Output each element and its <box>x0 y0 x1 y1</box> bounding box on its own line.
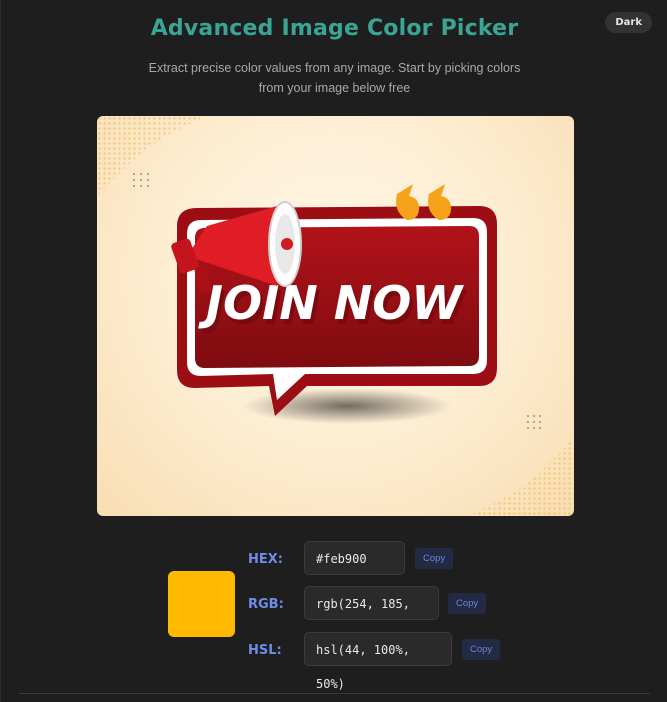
hsl-value-field[interactable]: hsl(44, 100%, 50%) <box>304 632 452 691</box>
copy-hsl-button[interactable]: Copy <box>462 639 501 660</box>
rgb-label: RGB: <box>248 597 284 612</box>
rgb-value-field[interactable]: rgb(254, 185, 0) <box>304 586 439 645</box>
hex-label: HEX: <box>248 552 283 567</box>
copy-hex-button[interactable]: Copy <box>415 548 454 569</box>
section-divider <box>19 693 650 694</box>
color-picker-card: Dark Advanced Image Color Picker Extract… <box>0 0 667 702</box>
copy-rgb-button[interactable]: Copy <box>448 593 487 614</box>
page-subtitle: Extract precise color values from any im… <box>148 61 521 95</box>
selected-color-swatch <box>168 571 235 637</box>
hex-value-field[interactable]: #feb900 <box>304 541 405 575</box>
hsl-label: HSL: <box>248 643 282 658</box>
join-now-banner-image: JOIN NOW JOIN NOW <box>97 116 574 516</box>
page-title: Advanced Image Color Picker <box>150 16 519 41</box>
uploaded-image-canvas[interactable]: JOIN NOW JOIN NOW <box>97 116 574 516</box>
svg-text:JOIN NOW: JOIN NOW <box>198 276 464 330</box>
